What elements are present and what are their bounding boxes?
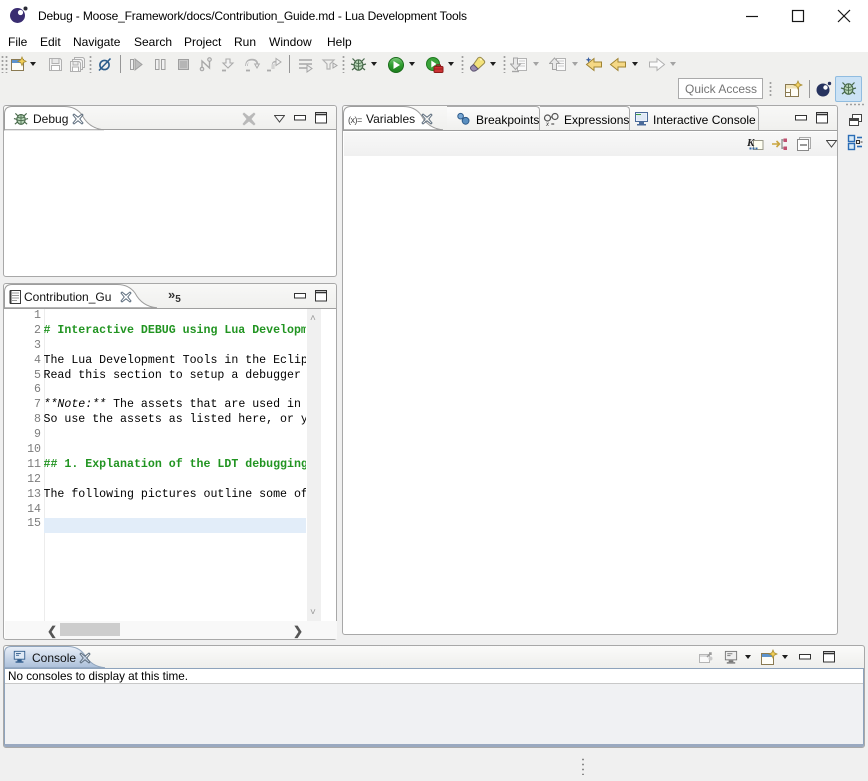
svg-text:x: x	[545, 122, 550, 127]
svg-text:=: =	[551, 122, 555, 127]
svg-text:K: K	[747, 137, 755, 149]
